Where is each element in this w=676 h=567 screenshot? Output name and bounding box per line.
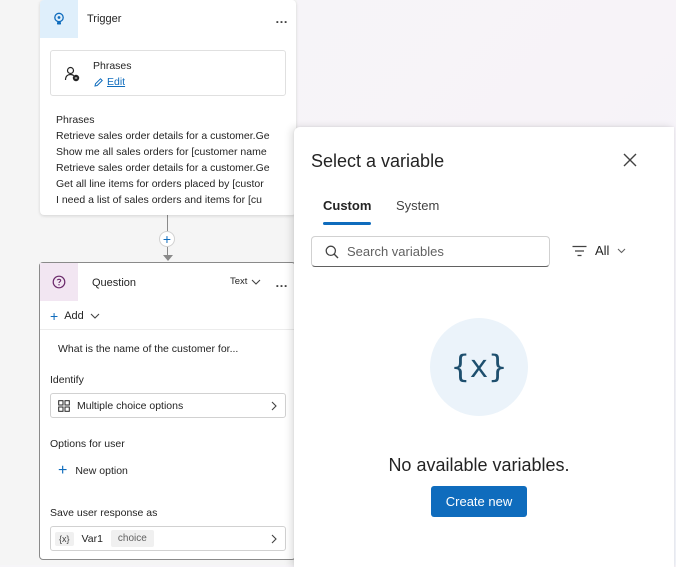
phrases-box: Phrases Edit bbox=[50, 50, 286, 96]
trigger-node[interactable]: Trigger … Phrases Edit Phrases Retrieve … bbox=[40, 0, 296, 215]
trigger-more-button[interactable]: … bbox=[275, 12, 289, 25]
question-title: Question bbox=[92, 277, 137, 289]
divider bbox=[40, 329, 295, 330]
plus-icon: + bbox=[58, 462, 68, 479]
chevron-right-icon bbox=[271, 401, 277, 411]
identify-label: Identify bbox=[50, 374, 84, 386]
add-button[interactable]: + Add bbox=[50, 308, 100, 324]
question-icon-box bbox=[40, 263, 78, 301]
phrases-heading: Phrases bbox=[56, 114, 95, 126]
chevron-down-icon bbox=[252, 279, 261, 285]
insert-node-button[interactable]: + bbox=[159, 231, 175, 247]
tab-custom[interactable]: Custom bbox=[323, 198, 371, 213]
question-type-dropdown[interactable]: Text bbox=[230, 276, 261, 287]
tab-system[interactable]: System bbox=[396, 198, 439, 213]
connector-line bbox=[167, 215, 168, 231]
phrases-edit-link[interactable]: Edit bbox=[93, 76, 125, 88]
phrase-list: Phrases Retrieve sales order details for… bbox=[56, 112, 290, 208]
connector-arrow-icon bbox=[163, 255, 173, 261]
question-node[interactable]: Question Text … + Add What is the name o… bbox=[39, 262, 296, 560]
lightbulb-icon bbox=[54, 12, 64, 25]
options-label: Options for user bbox=[50, 438, 125, 450]
phrase-item: Show me all sales orders for [customer n… bbox=[56, 146, 267, 158]
search-input[interactable] bbox=[345, 243, 544, 260]
plus-icon: + bbox=[50, 308, 59, 324]
chevron-down-icon bbox=[90, 313, 100, 319]
phrases-box-title: Phrases bbox=[93, 60, 132, 72]
add-label: Add bbox=[64, 310, 84, 322]
person-chat-icon bbox=[64, 66, 80, 82]
empty-state-message: No available variables. bbox=[388, 455, 570, 475]
variable-type-badge: choice bbox=[110, 530, 154, 547]
trigger-title: Trigger bbox=[87, 13, 122, 25]
filter-label: All bbox=[595, 243, 610, 258]
new-option-label: New option bbox=[75, 465, 128, 477]
search-box[interactable] bbox=[311, 236, 550, 267]
active-tab-indicator bbox=[323, 222, 371, 225]
phrase-item: Retrieve sales order details for a custo… bbox=[56, 162, 270, 174]
new-option-button[interactable]: + New option bbox=[58, 462, 128, 479]
search-icon bbox=[325, 245, 339, 258]
pencil-icon bbox=[94, 77, 103, 87]
phrase-item: I need a list of sales orders and items … bbox=[56, 194, 263, 206]
phrase-item: Retrieve sales order details for a custo… bbox=[56, 130, 270, 142]
edit-label: Edit bbox=[107, 76, 126, 88]
chevron-right-icon bbox=[271, 534, 277, 544]
question-prompt-text[interactable]: What is the name of the customer for... bbox=[58, 343, 238, 355]
save-response-label: Save user response as bbox=[50, 507, 158, 519]
phrase-item: Get all line items for orders placed by … bbox=[56, 178, 264, 190]
variable-icon: {x} bbox=[55, 531, 74, 546]
save-variable-select[interactable]: {x} Var1 choice bbox=[50, 526, 286, 551]
identify-value: Multiple choice options bbox=[77, 399, 184, 412]
filter-icon bbox=[572, 245, 587, 256]
grid-options-icon bbox=[58, 399, 70, 412]
identify-select[interactable]: Multiple choice options bbox=[50, 393, 286, 418]
panel-title: Select a variable bbox=[311, 151, 445, 171]
filter-dropdown[interactable]: All bbox=[572, 243, 626, 258]
question-more-button[interactable]: … bbox=[275, 276, 289, 289]
chevron-down-icon bbox=[618, 248, 626, 253]
empty-variables-icon: {x} bbox=[430, 318, 528, 416]
question-bubble-icon bbox=[52, 275, 66, 289]
question-type-label: Text bbox=[230, 276, 248, 287]
select-variable-panel: Select a variable Custom System All {x} … bbox=[294, 127, 674, 567]
trigger-icon-box bbox=[40, 0, 78, 38]
variable-name: Var1 bbox=[81, 532, 103, 545]
create-new-button[interactable]: Create new bbox=[431, 486, 527, 517]
close-icon[interactable] bbox=[622, 152, 638, 168]
